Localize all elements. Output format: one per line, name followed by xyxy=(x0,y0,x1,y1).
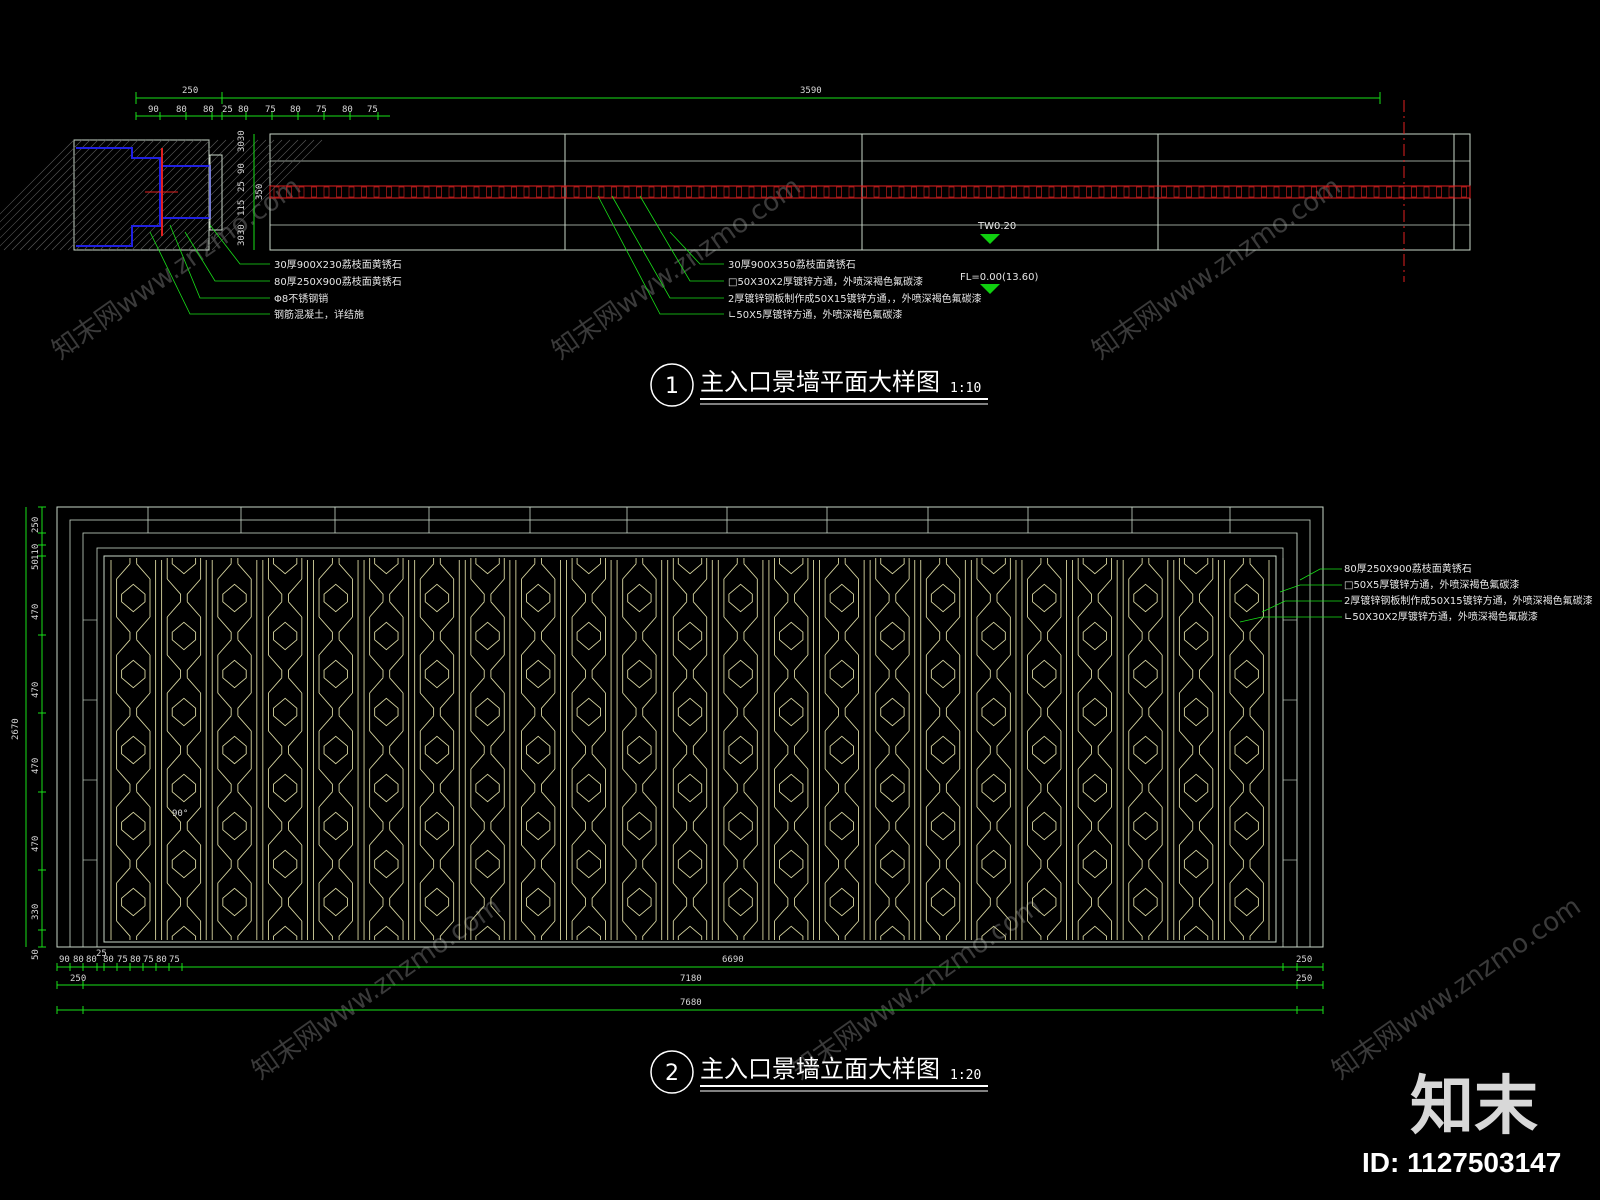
elevation-note: □50X5厚镀锌方通，外喷深褐色氟碳漆 xyxy=(1344,578,1519,591)
plan-side-dim: 25 xyxy=(237,181,247,192)
level-fl: FL=0.00(13.60) xyxy=(960,272,1038,283)
angle-label: 90° xyxy=(172,809,188,819)
elevation-scale: 1:20 xyxy=(950,1068,981,1083)
elev-left-dim: 50 xyxy=(31,949,41,960)
elevation-note: 2厚镀锌钢板制作成50X15镀锌方通，外喷深褐色氟碳漆 xyxy=(1344,594,1593,607)
plan-side-dim: 115 xyxy=(237,200,247,216)
plan-subdim: 80 xyxy=(176,105,187,115)
elev-dim-6690: 6690 xyxy=(722,955,744,965)
elev-bottom-subdim: 75 xyxy=(143,955,154,965)
plan-side-dim: 3030 xyxy=(237,224,247,246)
elev-left-dim: 470 xyxy=(31,758,41,774)
plan-dim-250: 250 xyxy=(182,86,198,96)
elev-bottom-subdim: 90 xyxy=(59,955,70,965)
plan-scale: 1:10 xyxy=(950,381,981,396)
level-tw: TW0.20 xyxy=(977,221,1016,232)
elevation-note: ∟50X30X2厚镀锌方通，外喷深褐色氟碳漆 xyxy=(1344,610,1538,623)
plan-title: 主入口景墙平面大样图 xyxy=(700,368,940,396)
plan-subdim: 80 xyxy=(238,105,249,115)
elev-bottom-subdim: 80 xyxy=(156,955,167,965)
elev-dim-7680: 7680 xyxy=(680,998,702,1008)
elev-dim-7180: 7180 xyxy=(680,974,702,984)
elev-left-dim: 250 xyxy=(31,517,41,533)
elev-dim-250-right2: 250 xyxy=(1296,974,1312,984)
brand-logo: 知末 xyxy=(1410,1070,1538,1144)
plan-note: 80厚250X900荔枝面黄锈石 xyxy=(274,275,402,288)
plan-note: 30厚900X350荔枝面黄锈石 xyxy=(728,258,856,271)
elevation-title-number: 2 xyxy=(665,1061,679,1086)
plan-subdim: 25 xyxy=(222,105,233,115)
elevation-note: 80厚250X900荔枝面黄锈石 xyxy=(1344,562,1472,575)
plan-subdim: 80 xyxy=(342,105,353,115)
elev-left-dim: 110 xyxy=(31,544,41,560)
elev-left-dim: 330 xyxy=(31,904,41,920)
elev-left-dim: 50 xyxy=(31,559,41,570)
plan-side-dim: 90 xyxy=(237,163,247,174)
elev-left-dim: 470 xyxy=(31,604,41,620)
cad-drawing: 知末网www.znzmo.com 知末网www.znzmo.com 知末网www… xyxy=(0,0,1600,1200)
plan-subdim: 90 xyxy=(148,105,159,115)
plan-subdim: 80 xyxy=(203,105,214,115)
plan-dim-3590: 3590 xyxy=(800,86,822,96)
plan-subdim: 75 xyxy=(316,105,327,115)
plan-note: Φ8不锈钢销 xyxy=(274,292,328,305)
elev-bottom-subdim: 80 xyxy=(130,955,141,965)
elev-left-dim: 470 xyxy=(31,682,41,698)
elevation-left-total: 2670 xyxy=(11,718,21,740)
plan-subdim: 75 xyxy=(367,105,378,115)
plan-note: □50X30X2厚镀锌方通，外喷深褐色氟碳漆 xyxy=(728,275,923,288)
plan-note: ∟50X5厚镀锌方通，外喷深褐色氟碳漆 xyxy=(728,308,902,321)
plan-note: 30厚900X230荔枝面黄锈石 xyxy=(274,258,402,271)
plan-note: 2厚镀锌钢板制作成50X15镀锌方通，，外喷深褐色氟碳漆 xyxy=(728,292,982,305)
image-id: ID: 1127503147 xyxy=(1362,1147,1561,1178)
elev-dim-250-right: 250 xyxy=(1296,955,1312,965)
elev-bottom-subdim: 80 xyxy=(103,955,114,965)
plan-note: 钢筋混凝土，详结施 xyxy=(274,308,364,321)
plan-side-dim: 3030 xyxy=(237,130,247,152)
elev-bottom-subdim: 75 xyxy=(117,955,128,965)
elevation-title: 主入口景墙立面大样图 xyxy=(700,1055,940,1083)
elev-bottom-subdim: 80 xyxy=(73,955,84,965)
plan-subdim: 75 xyxy=(265,105,276,115)
plan-side-total: 350 xyxy=(255,184,265,200)
elev-bottom-subdim: 75 xyxy=(169,955,180,965)
plan-title-number: 1 xyxy=(665,374,679,399)
plan-subdim: 80 xyxy=(290,105,301,115)
elev-dim-250-left: 250 xyxy=(70,974,86,984)
elev-left-dim: 470 xyxy=(31,836,41,852)
